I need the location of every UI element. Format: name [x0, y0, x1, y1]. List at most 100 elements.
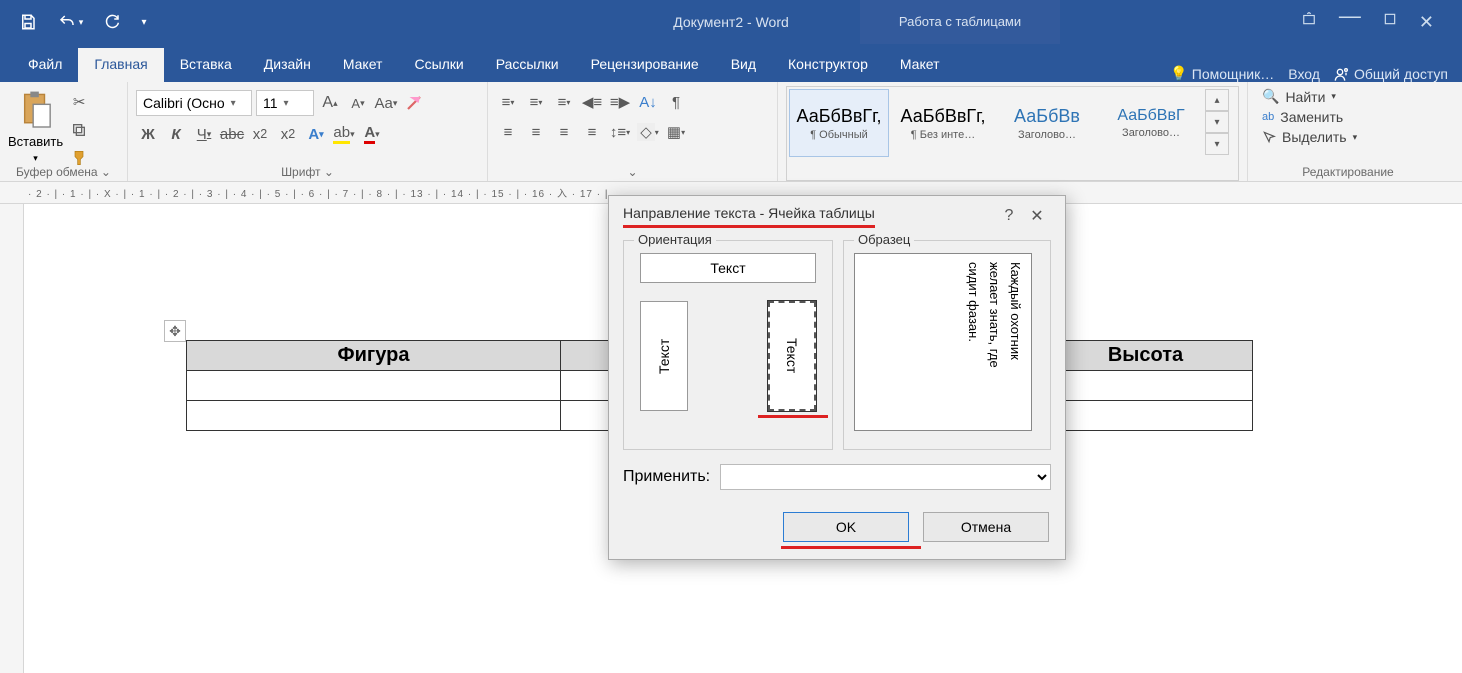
- shrink-font-icon[interactable]: A▾: [346, 91, 370, 115]
- ribbon-display-icon[interactable]: [1301, 12, 1317, 33]
- group-clipboard: Вставить ▾ ✂ Буфер обмена ⌄: [0, 82, 128, 181]
- quick-access-toolbar: ▾ ▾: [0, 4, 152, 40]
- undo-icon[interactable]: ▾: [52, 4, 88, 40]
- copy-icon[interactable]: [67, 118, 91, 142]
- table-move-handle-icon[interactable]: ✥: [164, 320, 186, 342]
- tell-me[interactable]: 💡 Помощник…: [1170, 65, 1274, 82]
- orientation-vertical-up[interactable]: Текст: [640, 301, 688, 411]
- tab-references[interactable]: Ссылки: [398, 48, 479, 82]
- orientation-legend: Ориентация: [634, 232, 716, 247]
- superscript-icon[interactable]: x2: [276, 122, 300, 146]
- font-name-combo[interactable]: Calibri (Осно▾: [136, 90, 252, 116]
- justify-icon[interactable]: ≡: [580, 120, 604, 144]
- close-dialog-icon[interactable]: ✕: [1023, 206, 1051, 226]
- subscript-icon[interactable]: x2: [248, 122, 272, 146]
- close-icon[interactable]: ✕: [1419, 12, 1434, 33]
- underline-icon[interactable]: Ч ▾: [192, 122, 216, 146]
- italic-icon[interactable]: К: [164, 122, 188, 146]
- styles-more-icon[interactable]: ▾: [1205, 133, 1229, 155]
- shading-icon[interactable]: ◇▾: [636, 120, 660, 144]
- decrease-indent-icon[interactable]: ◀≡: [580, 90, 604, 114]
- group-label-font: Шрифт ⌄: [128, 165, 487, 179]
- change-case-icon[interactable]: Aa▾: [374, 91, 398, 115]
- sample-preview: сидит фазан. желает знать, где Каждый ох…: [854, 253, 1032, 431]
- text-direction-dialog: Направление текста - Ячейка таблицы ? ✕ …: [608, 195, 1066, 560]
- group-label-paragraph: ⌄: [488, 165, 777, 179]
- redo-icon[interactable]: [94, 4, 130, 40]
- bold-icon[interactable]: Ж: [136, 122, 160, 146]
- highlight-icon[interactable]: ab▾: [332, 122, 356, 146]
- ruler-vertical[interactable]: [0, 204, 24, 673]
- save-icon[interactable]: [10, 4, 46, 40]
- show-marks-icon[interactable]: ¶: [664, 90, 688, 114]
- replace-button[interactable]: ab Заменить: [1262, 109, 1343, 125]
- styles-down-icon[interactable]: ▾: [1205, 111, 1229, 133]
- titlebar: ▾ ▾ Документ2 - Word Работа с таблицами …: [0, 0, 1462, 44]
- style-no-spacing[interactable]: АаБбВвГг,¶ Без инте…: [893, 89, 993, 157]
- cancel-button[interactable]: Отмена: [923, 512, 1049, 542]
- align-center-icon[interactable]: ≡: [524, 120, 548, 144]
- tab-file[interactable]: Файл: [12, 48, 78, 82]
- align-right-icon[interactable]: ≡: [552, 120, 576, 144]
- table-header-cell[interactable]: Фигура: [187, 341, 561, 371]
- group-label-editing: Редактирование: [1248, 165, 1448, 179]
- cut-icon[interactable]: ✂: [67, 90, 91, 114]
- paste-label[interactable]: Вставить: [8, 134, 63, 149]
- tab-table-layout[interactable]: Макет: [884, 48, 956, 82]
- apply-to-label: Применить:: [623, 468, 710, 486]
- tab-table-design[interactable]: Конструктор: [772, 48, 884, 82]
- sign-in[interactable]: Вход: [1288, 66, 1320, 82]
- sort-icon[interactable]: A↓: [636, 90, 660, 114]
- orientation-vertical-down[interactable]: Текст: [768, 301, 816, 411]
- ok-button[interactable]: OK: [783, 512, 909, 542]
- tab-view[interactable]: Вид: [715, 48, 772, 82]
- table-cell[interactable]: [187, 401, 561, 431]
- share-button[interactable]: Общий доступ: [1334, 66, 1448, 82]
- sample-legend: Образец: [854, 232, 914, 247]
- font-size-combo[interactable]: 11▾: [256, 90, 314, 116]
- line-spacing-icon[interactable]: ↕≡▾: [608, 120, 632, 144]
- tab-mailings[interactable]: Рассылки: [480, 48, 575, 82]
- tab-review[interactable]: Рецензирование: [575, 48, 715, 82]
- ribbon-tabs: Файл Главная Вставка Дизайн Макет Ссылки…: [0, 44, 1462, 82]
- numbering-icon[interactable]: ≡▾: [524, 90, 548, 114]
- document-title: Документ2 - Word: [673, 14, 789, 30]
- table-tools-context: Работа с таблицами: [860, 0, 1060, 44]
- highlight-underline: [781, 546, 921, 549]
- help-icon[interactable]: ?: [995, 207, 1023, 225]
- style-heading1[interactable]: АаБбВвЗаголово…: [997, 89, 1097, 157]
- multilevel-icon[interactable]: ≡▾: [552, 90, 576, 114]
- tab-design[interactable]: Дизайн: [248, 48, 327, 82]
- grow-font-icon[interactable]: A▴: [318, 91, 342, 115]
- orientation-fieldset: Ориентация Текст Текст Текст: [623, 240, 833, 450]
- text-effects-icon[interactable]: A▾: [304, 122, 328, 146]
- clear-format-icon[interactable]: [402, 91, 426, 115]
- group-styles: АаБбВвГг,¶ Обычный АаБбВвГг,¶ Без инте… …: [778, 82, 1248, 181]
- apply-to-select[interactable]: [720, 464, 1051, 490]
- styles-up-icon[interactable]: ▴: [1205, 89, 1229, 111]
- qat-customize-icon[interactable]: ▾: [136, 4, 152, 40]
- borders-icon[interactable]: ▦▾: [664, 120, 688, 144]
- group-font: Calibri (Осно▾ 11▾ A▴ A▾ Aa▾ Ж К Ч ▾ abc…: [128, 82, 488, 181]
- table-header-cell[interactable]: Высота: [1039, 341, 1253, 371]
- minimize-icon[interactable]: —: [1339, 12, 1361, 33]
- bullets-icon[interactable]: ≡▾: [496, 90, 520, 114]
- paste-icon[interactable]: [19, 90, 53, 130]
- font-color-icon[interactable]: A▾: [360, 122, 384, 146]
- table-cell[interactable]: [187, 371, 561, 401]
- select-button[interactable]: Выделить ▾: [1262, 129, 1357, 145]
- tab-insert[interactable]: Вставка: [164, 48, 248, 82]
- increase-indent-icon[interactable]: ≡▶: [608, 90, 632, 114]
- align-left-icon[interactable]: ≡: [496, 120, 520, 144]
- highlight-underline: [758, 415, 828, 418]
- style-normal[interactable]: АаБбВвГг,¶ Обычный: [789, 89, 889, 157]
- find-button[interactable]: 🔍 Найти ▾: [1262, 88, 1336, 105]
- tab-home[interactable]: Главная: [78, 48, 163, 82]
- tab-layout[interactable]: Макет: [327, 48, 399, 82]
- sample-fieldset: Образец сидит фазан. желает знать, где К…: [843, 240, 1051, 450]
- orientation-horizontal[interactable]: Текст: [640, 253, 816, 283]
- ribbon: Вставить ▾ ✂ Буфер обмена ⌄ Calibri (Осн…: [0, 82, 1462, 182]
- strike-icon[interactable]: abc: [220, 122, 244, 146]
- style-heading2[interactable]: АаБбВвГЗаголово…: [1101, 89, 1201, 157]
- maximize-icon[interactable]: [1383, 12, 1397, 33]
